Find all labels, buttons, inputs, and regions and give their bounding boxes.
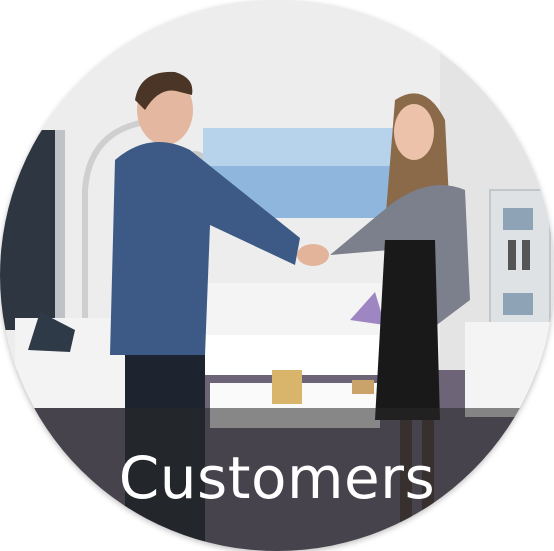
tile-caption: Customers <box>118 444 436 512</box>
customers-tile[interactable]: Customers <box>0 0 554 551</box>
